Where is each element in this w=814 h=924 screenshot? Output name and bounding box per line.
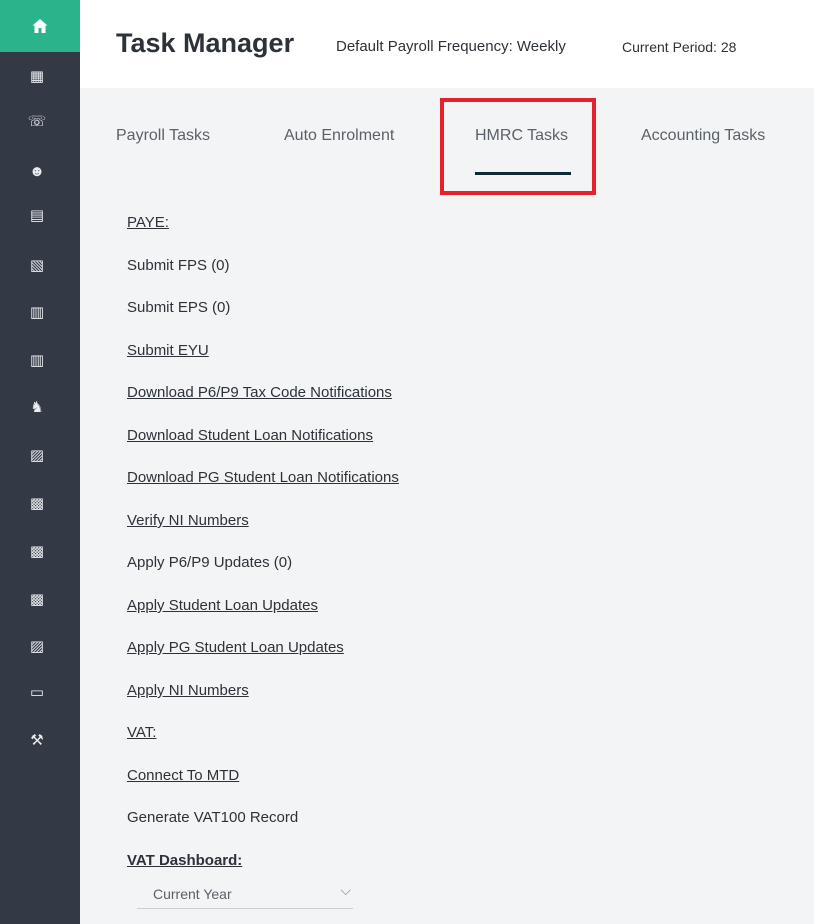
tools-icon: ⚒	[30, 732, 44, 749]
task-submit-eps: Submit EPS (0)	[127, 299, 231, 316]
report-icon: ▥	[29, 352, 45, 369]
sidebar-item-tools[interactable]: ⚒	[0, 726, 80, 756]
task-submit-eyu[interactable]: Submit EYU	[127, 342, 209, 359]
sidebar-item-people[interactable]: ♞	[0, 393, 80, 423]
sidebar-item-file-box[interactable]: ▨	[0, 632, 80, 662]
folder-icon: ▭	[29, 684, 45, 701]
page-header: Task Manager Default Payroll Frequency: …	[80, 0, 814, 88]
people-desk-icon: ♞	[30, 399, 44, 416]
home-icon	[32, 19, 48, 33]
task-download-student-loan[interactable]: Download Student Loan Notifications	[127, 427, 373, 444]
file-box-icon: ▨	[29, 638, 45, 655]
payroll-frequency: Default Payroll Frequency: Weekly	[336, 38, 566, 55]
tab-accounting-tasks[interactable]: Accounting Tasks	[641, 127, 765, 145]
building-icon: ▦	[29, 68, 45, 85]
tab-payroll-tasks[interactable]: Payroll Tasks	[116, 127, 210, 145]
select-value: Current Year	[153, 886, 232, 902]
sidebar-item-file-pay-1[interactable]: ▩	[0, 489, 80, 519]
file-pay-icon: ▩	[29, 495, 45, 512]
task-apply-p6p9: Apply P6/P9 Updates (0)	[127, 554, 293, 571]
task-submit-fps: Submit FPS (0)	[127, 257, 230, 274]
sidebar-item-file-pay-3[interactable]: ▩	[0, 585, 80, 615]
users-icon: ☻	[29, 163, 45, 180]
clipboard-icon: ▤	[29, 207, 45, 224]
task-generate-vat100: Generate VAT100 Record	[127, 809, 299, 826]
tab-auto-enrolment[interactable]: Auto Enrolment	[284, 127, 394, 145]
sidebar-item-folder[interactable]: ▭	[0, 678, 80, 708]
vat-heading[interactable]: VAT:	[127, 724, 156, 741]
sidebar-item-reports[interactable]: ▥	[0, 346, 80, 376]
sidebar-item-companies[interactable]: ▦	[0, 62, 80, 92]
sidebar-item-payments[interactable]: ▨	[0, 441, 80, 471]
current-period: Current Period: 28	[622, 39, 737, 55]
sidebar: ▦ ☏ ☻ ▤ ▧ ▥ ▥ ♞ ▨ ▩ ▩ ▩ ▨ ▭ ⚒	[0, 0, 80, 924]
home-button[interactable]	[0, 0, 80, 52]
file-pay-icon: ▩	[29, 591, 45, 608]
sidebar-item-employees[interactable]: ☻	[0, 157, 80, 187]
file-pay-icon: ▩	[29, 543, 45, 560]
task-verify-ni[interactable]: Verify NI Numbers	[127, 512, 249, 529]
vat-dashboard-period-select[interactable]: Current Year ⌵	[137, 878, 353, 909]
sidebar-item-tasks[interactable]: ▤	[0, 201, 80, 231]
task-apply-ni[interactable]: Apply NI Numbers	[127, 682, 249, 699]
task-download-pg-student-loan[interactable]: Download PG Student Loan Notifications	[127, 469, 399, 486]
task-apply-student-loan[interactable]: Apply Student Loan Updates	[127, 597, 318, 614]
settings-doc-icon: ▧	[29, 257, 45, 274]
document-icon: ▥	[29, 304, 45, 321]
sidebar-item-file-pay-2[interactable]: ▩	[0, 537, 80, 567]
page-title: Task Manager	[116, 28, 295, 58]
sidebar-item-support[interactable]: ☏	[0, 107, 80, 137]
sidebar-item-documents[interactable]: ▥	[0, 298, 80, 328]
task-connect-mtd[interactable]: Connect To MTD	[127, 767, 239, 784]
task-download-p6p9[interactable]: Download P6/P9 Tax Code Notifications	[127, 384, 392, 401]
highlight-annotation	[440, 98, 596, 195]
paye-heading[interactable]: PAYE:	[127, 214, 169, 231]
vat-dashboard-link[interactable]: VAT Dashboard:	[127, 852, 242, 869]
task-apply-pg-student-loan[interactable]: Apply PG Student Loan Updates	[127, 639, 344, 656]
support-icon: ☏	[27, 113, 47, 130]
money-doc-icon: ▨	[29, 447, 45, 464]
chevron-down-icon: ⌵	[340, 882, 351, 898]
sidebar-item-settings-doc[interactable]: ▧	[0, 251, 80, 281]
